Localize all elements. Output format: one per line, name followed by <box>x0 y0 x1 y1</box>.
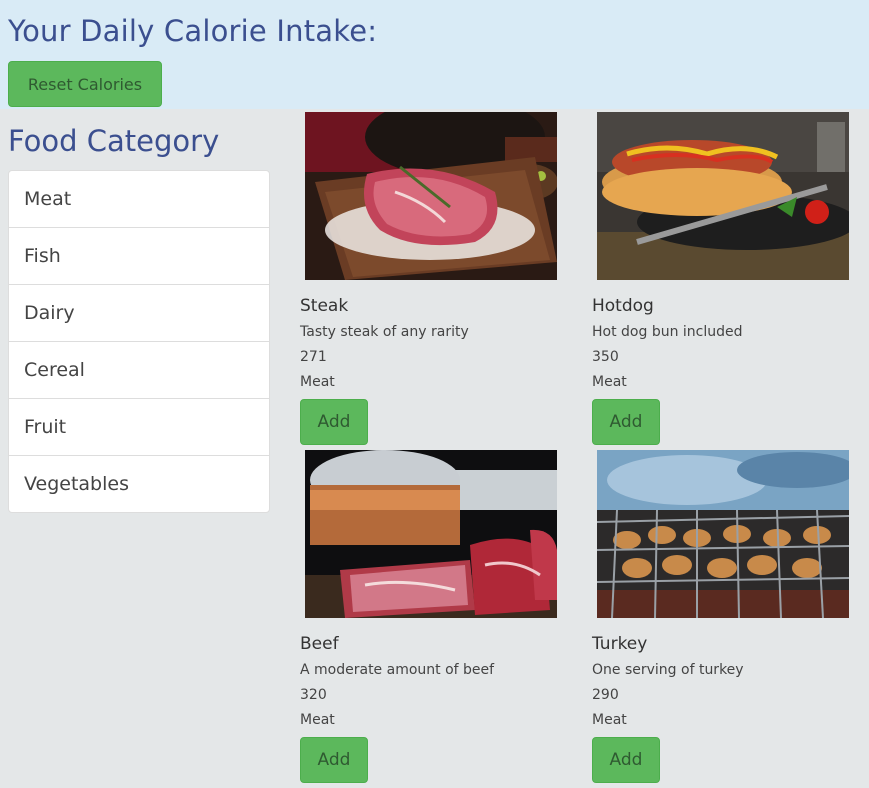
food-description: A moderate amount of beef <box>300 662 495 678</box>
category-item-meat[interactable]: Meat <box>9 171 269 227</box>
food-calories: 290 <box>592 687 619 703</box>
food-name: Beef <box>300 634 339 654</box>
steak-image <box>305 112 557 280</box>
food-category: Meat <box>300 712 335 728</box>
food-category: Meat <box>592 374 627 390</box>
category-list: Meat Fish Dairy Cereal Fruit Vegetables <box>8 170 270 513</box>
hotdog-image <box>597 112 849 280</box>
beef-image <box>305 450 557 618</box>
food-calories: 350 <box>592 349 619 365</box>
header-bar: Your Daily Calorie Intake: Reset Calorie… <box>0 0 869 109</box>
food-description: One serving of turkey <box>592 662 744 678</box>
add-steak-button[interactable]: Add <box>300 399 368 445</box>
add-beef-button[interactable]: Add <box>300 737 368 783</box>
food-calories: 271 <box>300 349 327 365</box>
category-item-fish[interactable]: Fish <box>9 227 269 284</box>
food-calories: 320 <box>300 687 327 703</box>
category-item-dairy[interactable]: Dairy <box>9 284 269 341</box>
turkey-image <box>597 450 849 618</box>
food-category: Meat <box>592 712 627 728</box>
add-turkey-button[interactable]: Add <box>592 737 660 783</box>
food-description: Tasty steak of any rarity <box>300 324 469 340</box>
category-item-cereal[interactable]: Cereal <box>9 341 269 398</box>
food-name: Steak <box>300 296 349 316</box>
food-name: Hotdog <box>592 296 654 316</box>
category-item-vegetables[interactable]: Vegetables <box>9 455 269 512</box>
category-item-fruit[interactable]: Fruit <box>9 398 269 455</box>
food-category-heading: Food Category <box>8 124 220 158</box>
reset-calories-button[interactable]: Reset Calories <box>8 61 162 107</box>
page-title: Your Daily Calorie Intake: <box>8 14 378 48</box>
food-category: Meat <box>300 374 335 390</box>
food-name: Turkey <box>592 634 648 654</box>
food-description: Hot dog bun included <box>592 324 743 340</box>
add-hotdog-button[interactable]: Add <box>592 399 660 445</box>
